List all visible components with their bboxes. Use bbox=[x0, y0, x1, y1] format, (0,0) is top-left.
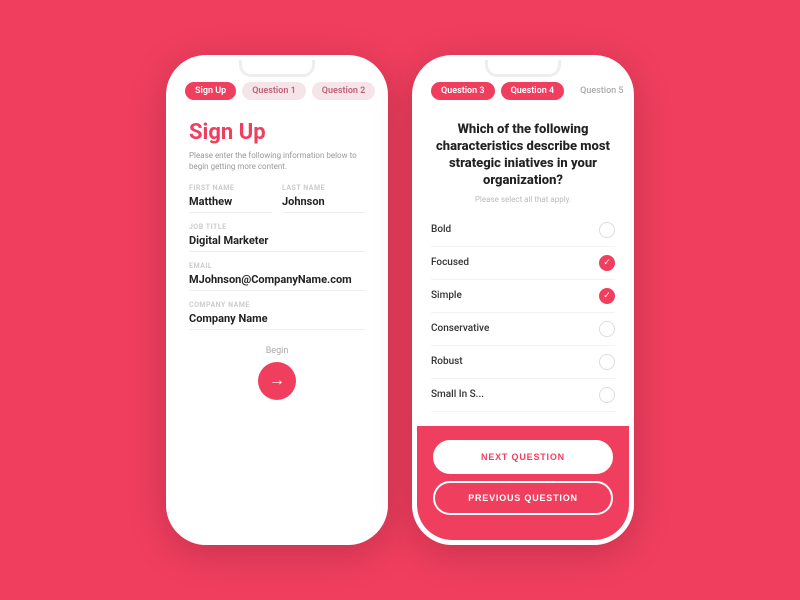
tab-signup[interactable]: Sign Up bbox=[185, 82, 236, 100]
check-small-icon bbox=[599, 387, 615, 403]
bottom-action-area: NEXT QUESTION PREVIOUS QUESTION bbox=[417, 426, 629, 540]
tab-question4[interactable]: Question 4 bbox=[501, 82, 565, 100]
email-field: EMAIL MJohnson@CompanyName.com bbox=[189, 262, 365, 291]
option-robust[interactable]: Robust bbox=[431, 346, 615, 379]
last-name-value[interactable]: Johnson bbox=[282, 195, 365, 213]
page-title: Sign Up bbox=[189, 120, 365, 145]
company-name-value[interactable]: Company Name bbox=[189, 312, 365, 330]
left-tab-bar: Sign Up Question 1 Question 2 bbox=[171, 60, 383, 110]
tab-question3[interactable]: Question 3 bbox=[431, 82, 495, 100]
check-bold-icon bbox=[599, 222, 615, 238]
company-name-field: COMPANY NAME Company Name bbox=[189, 301, 365, 330]
check-robust-icon bbox=[599, 354, 615, 370]
option-small-label: Small In S... bbox=[431, 389, 484, 400]
check-focused-icon: ✓ bbox=[599, 255, 615, 271]
signup-content: Sign Up Please enter the following infor… bbox=[171, 110, 383, 410]
option-robust-label: Robust bbox=[431, 356, 463, 367]
previous-question-button[interactable]: PREVIOUS QUESTION bbox=[433, 481, 613, 515]
first-name-value[interactable]: Matthew bbox=[189, 195, 272, 213]
last-name-field: LAST NAME Johnson bbox=[282, 184, 365, 213]
question-title: Which of the following characteristics d… bbox=[431, 122, 615, 190]
name-field-group: FIRST NAME Matthew LAST NAME Johnson bbox=[189, 184, 365, 213]
begin-label: Begin bbox=[266, 346, 289, 356]
option-bold[interactable]: Bold bbox=[431, 214, 615, 247]
arrow-icon: → bbox=[269, 372, 285, 390]
last-name-label: LAST NAME bbox=[282, 184, 365, 192]
job-title-field: JOB TITLE Digital Marketer bbox=[189, 223, 365, 252]
right-tab-bar: Question 3 Question 4 Question 5 bbox=[417, 60, 629, 110]
option-simple[interactable]: Simple ✓ bbox=[431, 280, 615, 313]
first-name-label: FIRST NAME bbox=[189, 184, 272, 192]
option-focused[interactable]: Focused ✓ bbox=[431, 247, 615, 280]
email-label: EMAIL bbox=[189, 262, 365, 270]
question-subtitle: Please select all that apply. bbox=[431, 195, 615, 204]
email-value[interactable]: MJohnson@CompanyName.com bbox=[189, 273, 365, 291]
option-simple-label: Simple bbox=[431, 290, 462, 301]
option-small[interactable]: Small In S... bbox=[431, 379, 615, 412]
option-conservative[interactable]: Conservative bbox=[431, 313, 615, 346]
option-bold-label: Bold bbox=[431, 224, 451, 235]
option-focused-label: Focused bbox=[431, 257, 469, 268]
left-phone: Sign Up Question 1 Question 2 Sign Up Pl… bbox=[166, 55, 388, 545]
first-name-field: FIRST NAME Matthew bbox=[189, 184, 272, 213]
option-conservative-label: Conservative bbox=[431, 323, 489, 334]
begin-button[interactable]: → bbox=[258, 362, 296, 400]
tab-question1[interactable]: Question 1 bbox=[242, 82, 306, 100]
right-phone: Question 3 Question 4 Question 5 Which o… bbox=[412, 55, 634, 545]
company-name-label: COMPANY NAME bbox=[189, 301, 365, 309]
job-title-value[interactable]: Digital Marketer bbox=[189, 234, 365, 252]
next-question-button[interactable]: NEXT QUESTION bbox=[433, 440, 613, 474]
check-conservative-icon bbox=[599, 321, 615, 337]
tab-question2[interactable]: Question 2 bbox=[312, 82, 376, 100]
page-description: Please enter the following information b… bbox=[189, 150, 365, 172]
tab-question5[interactable]: Question 5 bbox=[570, 82, 633, 100]
job-title-label: JOB TITLE bbox=[189, 223, 365, 231]
begin-section: Begin → bbox=[189, 346, 365, 400]
check-simple-icon: ✓ bbox=[599, 288, 615, 304]
